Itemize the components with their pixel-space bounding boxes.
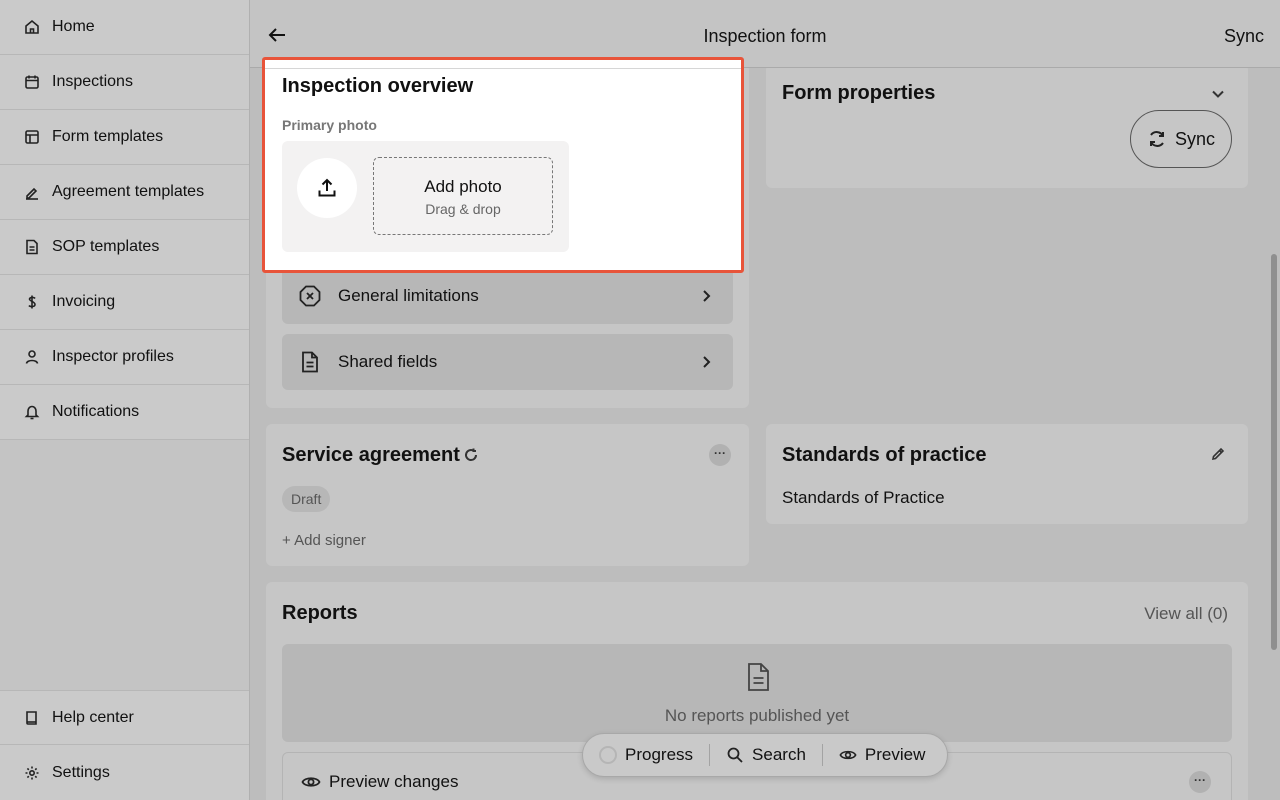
- sidebar-item-label: Inspections: [52, 73, 133, 90]
- sidebar-item-invoicing[interactable]: Invoicing: [0, 275, 249, 330]
- progress-label: Progress: [625, 745, 694, 764]
- sidebar-item-home[interactable]: Home: [0, 0, 249, 55]
- preview-changes-label: Preview changes: [329, 772, 459, 791]
- preview-button[interactable]: Preview: [823, 734, 941, 776]
- progress-ring-icon: [599, 746, 617, 764]
- sidebar-item-help-center[interactable]: Help center: [0, 690, 249, 745]
- search-button[interactable]: Search: [710, 734, 822, 776]
- add-photo-label: Add photo: [424, 177, 502, 196]
- sidebar-item-sop-templates[interactable]: SOP templates: [0, 220, 249, 275]
- page-title: Inspection form: [703, 26, 827, 46]
- reports-title: Reports: [282, 602, 358, 624]
- status-badge: Draft: [282, 486, 331, 512]
- general-limitations-row[interactable]: General limitations: [282, 268, 733, 324]
- sidebar-item-label: Help center: [52, 708, 134, 726]
- sidebar-item-label: Invoicing: [52, 293, 116, 310]
- empty-reports-text: No reports published yet: [664, 706, 850, 725]
- sidebar-nav: Home Inspections Form templates Agreemen…: [0, 0, 249, 440]
- photo-drop-zone[interactable]: Add photo Drag & drop: [373, 157, 553, 235]
- standards-of-practice-card: Standards of practice Standards of Pract…: [766, 424, 1248, 524]
- chevron-right-icon: [699, 288, 713, 302]
- primary-photo-area: Add photo Drag & drop: [282, 141, 569, 252]
- sidebar-item-inspector-profiles[interactable]: Inspector profiles: [0, 330, 249, 385]
- sidebar-bottom-nav: Help center Settings: [0, 690, 249, 800]
- service-agreement-title: Service agreement: [282, 444, 460, 466]
- chevron-down-icon[interactable]: [1210, 86, 1226, 102]
- signature-icon: [24, 184, 40, 200]
- preview-changes-menu-button[interactable]: ···: [1189, 771, 1211, 793]
- search-icon: [727, 747, 743, 763]
- sidebar-item-label: SOP templates: [52, 238, 160, 255]
- shared-fields-row[interactable]: Shared fields: [282, 334, 733, 390]
- sync-button-label: Sync: [1174, 128, 1216, 149]
- primary-photo-label: Primary photo: [282, 117, 377, 133]
- sidebar-item-label: Settings: [52, 763, 110, 781]
- sidebar-item-label: Notifications: [52, 403, 140, 420]
- search-label: Search: [752, 745, 806, 764]
- eye-icon: [839, 750, 857, 760]
- document-icon: [24, 239, 40, 255]
- reports-empty-state: No reports published yet: [282, 644, 1232, 742]
- gear-icon: [24, 765, 40, 781]
- inspection-overview-title: Inspection overview: [282, 75, 474, 97]
- x-circle-icon: [298, 284, 322, 308]
- sync-button[interactable]: Sync: [1130, 110, 1232, 168]
- floating-toolbar: Progress Search Preview: [582, 733, 948, 777]
- refresh-icon[interactable]: [464, 448, 478, 462]
- service-agreement-menu-button[interactable]: ···: [709, 444, 731, 466]
- sidebar-item-label: Form templates: [52, 128, 164, 145]
- scrollbar-thumb[interactable]: [1271, 254, 1277, 650]
- standards-of-practice-title: Standards of practice: [782, 444, 987, 466]
- dollar-icon: [24, 294, 40, 310]
- sidebar-item-label: Agreement templates: [52, 183, 205, 200]
- sidebar-item-label: Home: [52, 18, 95, 35]
- home-icon: [24, 19, 40, 35]
- service-agreement-card: Service agreement ··· Draft + Add signer: [266, 424, 749, 566]
- general-limitations-label: General limitations: [338, 286, 479, 305]
- sidebar-item-label: Inspector profiles: [52, 348, 174, 365]
- progress-button[interactable]: Progress: [583, 734, 709, 776]
- form-properties-title: Form properties: [782, 82, 936, 104]
- bell-icon: [24, 404, 40, 420]
- view-all-reports-link[interactable]: View all (0): [1144, 604, 1228, 624]
- chevron-right-icon: [699, 354, 713, 368]
- drag-drop-label: Drag & drop: [425, 201, 501, 217]
- add-signer-link[interactable]: + Add signer: [282, 532, 366, 549]
- sidebar-item-agreement-templates[interactable]: Agreement templates: [0, 165, 249, 220]
- divider: [265, 68, 741, 69]
- upload-button[interactable]: [297, 158, 357, 218]
- sidebar-item-form-templates[interactable]: Form templates: [0, 110, 249, 165]
- sidebar: Home Inspections Form templates Agreemen…: [0, 0, 250, 800]
- preview-label: Preview: [864, 745, 926, 764]
- user-icon: [24, 349, 40, 365]
- sidebar-item-notifications[interactable]: Notifications: [0, 385, 249, 440]
- sidebar-item-inspections[interactable]: Inspections: [0, 55, 249, 110]
- book-icon: [24, 710, 40, 726]
- upload-icon: [318, 178, 336, 197]
- calendar-icon: [24, 74, 40, 90]
- pencil-icon[interactable]: [1210, 446, 1226, 462]
- sidebar-item-settings[interactable]: Settings: [0, 745, 249, 800]
- inspection-overview-card: Inspection overview Primary photo Add ph…: [262, 57, 744, 273]
- layout-icon: [24, 129, 40, 145]
- main-scrollbar[interactable]: [1268, 68, 1280, 800]
- standards-of-practice-value: Standards of Practice: [782, 488, 945, 507]
- shared-fields-label: Shared fields: [338, 352, 438, 371]
- document-icon: [748, 663, 769, 691]
- form-properties-card: Form properties Sync: [766, 68, 1248, 188]
- document-icon: [298, 350, 322, 374]
- sync-icon: [1149, 131, 1164, 147]
- eye-icon: [301, 772, 321, 792]
- header-sync-button[interactable]: Sync: [1224, 26, 1264, 47]
